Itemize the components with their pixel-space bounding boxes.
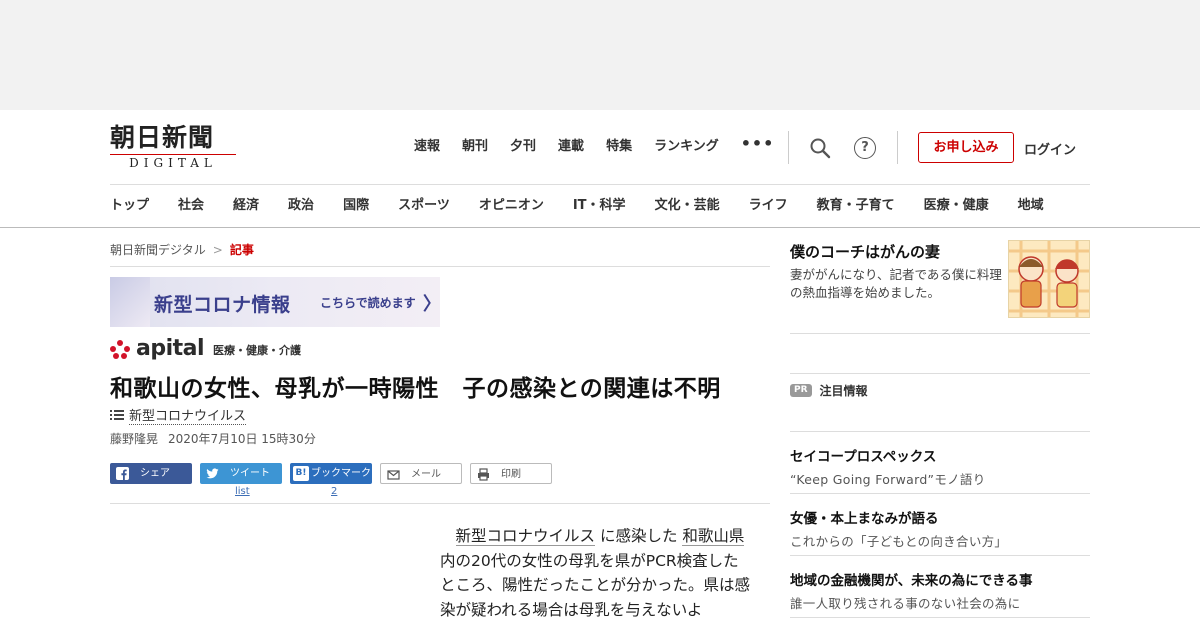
promo-title[interactable]: 僕のコーチはがんの妻: [790, 241, 940, 262]
divider: [790, 333, 1090, 334]
list-icon: [110, 410, 124, 420]
twitter-share-button[interactable]: ツイート: [200, 463, 282, 484]
divider: [790, 555, 1090, 556]
topic-tag: 新型コロナウイルス: [110, 405, 247, 425]
twitter-share-label: ツイート: [230, 468, 270, 479]
banner-decoration: [110, 277, 150, 327]
pr-badge: PR: [790, 384, 812, 397]
pr-item-description: これからの「子どもとの向き合い方」: [790, 534, 1008, 549]
breadcrumb-current: 記事: [229, 243, 254, 257]
print-button[interactable]: 印刷: [470, 463, 552, 484]
hatena-icon: B!: [293, 466, 309, 481]
facebook-share-button[interactable]: シェア: [110, 463, 192, 484]
print-label: 印刷: [501, 469, 521, 480]
pr-item-description: “Keep Going Forward”モノ語り: [790, 472, 986, 487]
apital-dots-icon: [110, 340, 132, 360]
hatena-label: ブックマーク: [311, 468, 371, 479]
keyword-link[interactable]: 新型コロナウイルス: [455, 527, 596, 546]
mail-icon: [387, 470, 400, 480]
more-menu-button[interactable]: •••: [741, 135, 775, 156]
signup-button[interactable]: お申し込み: [918, 132, 1014, 163]
nav-yukan[interactable]: 夕刊: [510, 138, 536, 156]
cat-society[interactable]: 社会: [178, 197, 204, 215]
cat-politics[interactable]: 政治: [288, 197, 314, 215]
promo-illustration[interactable]: [1008, 240, 1090, 318]
nav-ranking[interactable]: ランキング: [654, 138, 719, 156]
cat-top[interactable]: トップ: [110, 197, 149, 215]
pr-item-description: 誰一人取り残される事のない社会の為に: [790, 596, 1021, 611]
divider: [790, 431, 1090, 432]
banner-link-text: こちらで読めます: [320, 296, 416, 310]
cat-it-science[interactable]: IT・科学: [573, 197, 626, 215]
chevron-right-icon: 〉: [423, 294, 440, 315]
cat-culture[interactable]: 文化・芸能: [655, 197, 720, 215]
cat-education[interactable]: 教育・子育て: [817, 197, 895, 215]
site-logo[interactable]: 朝日新聞 DIGITAL: [110, 124, 240, 170]
header-divider: [110, 184, 1090, 185]
divider: [897, 131, 898, 164]
cat-health[interactable]: 医療・健康: [924, 197, 989, 215]
facebook-icon: [116, 467, 129, 480]
cat-opinion[interactable]: オピニオン: [479, 197, 544, 215]
category-nav: トップ 社会 経済 政治 国際 スポーツ オピニオン IT・科学 文化・芸能 ラ…: [110, 197, 1044, 215]
nav-tokushu[interactable]: 特集: [606, 138, 632, 156]
publish-date: 2020年7月10日 15時30分: [168, 432, 316, 446]
article-body: 新型コロナウイルス に感染した 和歌山県 内の20代の女性の母乳を県がPCR検査…: [440, 524, 750, 622]
breadcrumb-separator: >: [212, 243, 223, 257]
mail-label: メール: [411, 469, 441, 480]
site-header: 朝日新聞 DIGITAL 速報 朝刊 夕刊 連載 特集 ランキング ••• ? …: [0, 110, 1200, 228]
corona-info-banner[interactable]: 新型コロナ情報 こちらで読めます 〉: [110, 277, 440, 327]
pr-item-title[interactable]: 地域の金融機関が、未来の為にできる事: [790, 569, 1032, 589]
printer-icon: [478, 468, 489, 481]
divider: [110, 266, 770, 267]
logo-digital: DIGITAL: [110, 154, 236, 170]
cat-sports[interactable]: スポーツ: [398, 197, 450, 215]
login-link[interactable]: ログイン: [1024, 139, 1076, 158]
body-text: に感染した: [599, 527, 678, 545]
pr-section-header: PR 注目情報: [790, 382, 868, 399]
divider: [110, 503, 770, 504]
apital-wordmark: apital: [136, 336, 205, 361]
author: 藤野隆晃: [110, 432, 159, 446]
nav-sokuho[interactable]: 速報: [414, 138, 440, 156]
pr-item-title[interactable]: 女優・本上まなみが語る: [790, 507, 939, 527]
promo-description: 妻ががんになり、記者である僕に料理の熱血指導を始めました。: [790, 267, 1002, 300]
breadcrumb-home[interactable]: 朝日新聞デジタル: [110, 243, 206, 257]
mail-share-button[interactable]: メール: [380, 463, 462, 484]
pr-label: 注目情報: [819, 384, 868, 398]
topic-link[interactable]: 新型コロナウイルス: [129, 405, 247, 425]
article-headline: 和歌山の女性、母乳が一時陽性 子の感染との関連は不明: [110, 376, 721, 402]
twitter-icon: [206, 468, 219, 479]
nav-choukan[interactable]: 朝刊: [462, 138, 488, 156]
top-nav: 速報 朝刊 夕刊 連載 特集 ランキング •••: [414, 135, 796, 156]
cat-international[interactable]: 国際: [343, 197, 369, 215]
pr-item-title[interactable]: セイコープロスペックス: [790, 445, 936, 465]
divider: [790, 493, 1090, 494]
apital-logo[interactable]: apital 医療・健康・介護: [110, 336, 301, 360]
top-ad-area: [0, 0, 1200, 110]
banner-title: 新型コロナ情報: [154, 294, 291, 316]
cat-region[interactable]: 地域: [1018, 197, 1044, 215]
nav-rensai[interactable]: 連載: [558, 138, 584, 156]
body-text: 内の20代の女性の母乳を県がPCR検査したところ、陽性だったことが分かった。県は…: [440, 551, 751, 619]
logo-kanji: 朝日新聞: [110, 123, 215, 152]
byline: 藤野隆晃 2020年7月10日 15時30分: [110, 430, 316, 447]
hatena-bookmark-button[interactable]: B! ブックマーク: [290, 463, 372, 484]
hatena-count-link[interactable]: 2: [331, 486, 337, 497]
cat-economy[interactable]: 経済: [233, 197, 259, 215]
keyword-link[interactable]: 和歌山県: [682, 527, 745, 546]
facebook-share-label: シェア: [140, 468, 170, 479]
article-paragraph: 新型コロナウイルス に感染した 和歌山県 内の20代の女性の母乳を県がPCR検査…: [440, 524, 750, 622]
divider: [788, 131, 789, 164]
breadcrumb: 朝日新聞デジタル > 記事: [110, 241, 254, 258]
divider: [790, 617, 1090, 618]
twitter-count-link[interactable]: list: [235, 486, 250, 497]
apital-tagline: 医療・健康・介護: [213, 344, 302, 357]
divider: [790, 373, 1090, 374]
cat-life[interactable]: ライフ: [749, 197, 788, 215]
help-icon[interactable]: ?: [854, 137, 876, 159]
search-icon[interactable]: [808, 136, 832, 160]
